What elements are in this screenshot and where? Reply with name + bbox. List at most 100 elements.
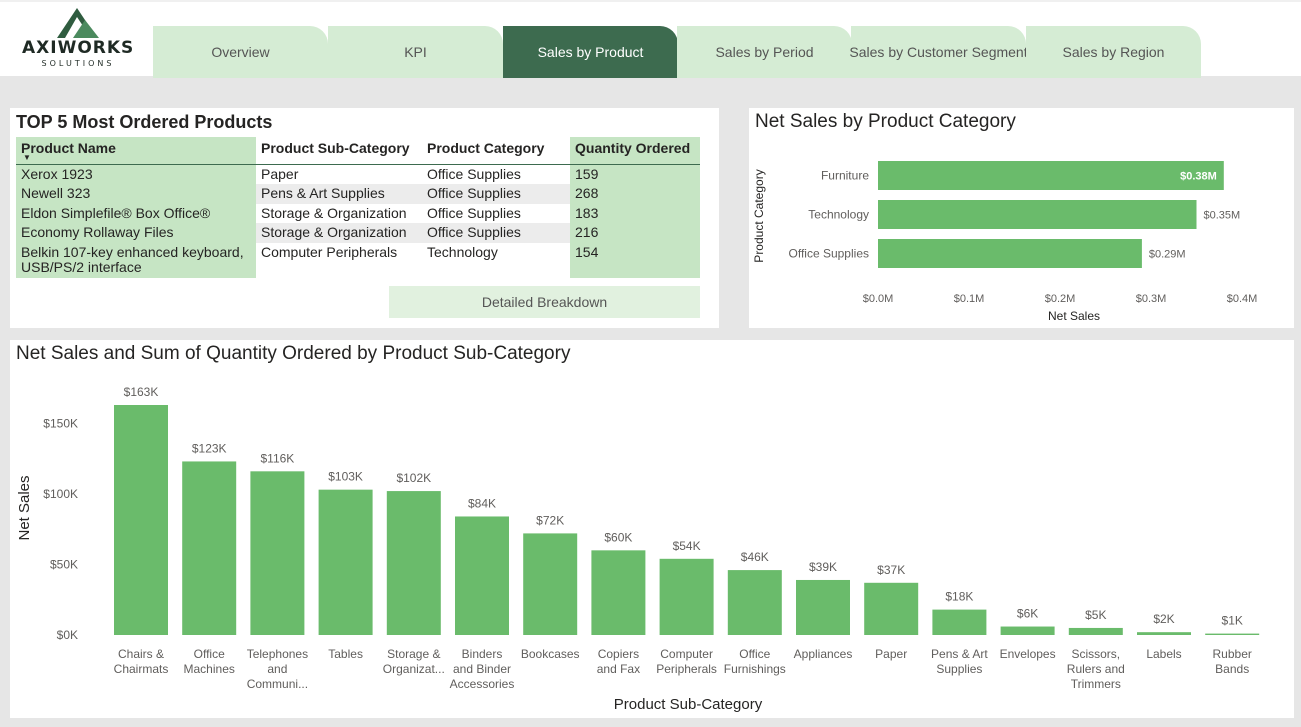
bar-data-label: $2K [1153, 612, 1174, 626]
sort-descending-icon: ▼ [23, 153, 31, 162]
bar-data-label: $39K [809, 560, 837, 574]
x-axis-title: Product Sub-Category [614, 696, 763, 713]
category-label: Office Supplies [789, 247, 870, 261]
table-cell: Newell 323 [16, 184, 256, 204]
subcategory-bar[interactable] [1068, 627, 1123, 635]
table-cell: Eldon Simplefile® Box Office® [16, 204, 256, 223]
table-cell: 183 [570, 204, 700, 223]
x-tick-label: Office Machines [184, 647, 235, 676]
bar-data-label: $0.29M [1149, 249, 1186, 261]
subcategory-bar[interactable] [932, 609, 987, 635]
y-tick-label: $0K [57, 628, 78, 642]
bar-data-label: $0.38M [1180, 171, 1217, 183]
tab-sales-by-period[interactable]: Sales by Period [677, 26, 852, 78]
table-cell: Office Supplies [427, 166, 521, 182]
x-tick-label: Binders and Binder Accessories [450, 647, 515, 691]
category-bar-chart: Furniture $0.38M Technology $0.35M Office Su… [752, 161, 1258, 323]
x-tick-label: Bookcases [521, 647, 580, 661]
subcategory-bar-chart: $0K $50K $100K $150K $163K Chairs & Chairmats $… [16, 385, 1260, 713]
column-header-label: Product Name [21, 140, 116, 156]
bar-data-label: $123K [192, 441, 227, 455]
brand-name: AXIWORKS [22, 38, 135, 58]
table-cell: Office Supplies [422, 223, 570, 243]
column-header-category[interactable]: Product Category [422, 137, 570, 165]
table-cell: Economy Rollaway Files [16, 223, 256, 243]
x-tick-label: $0.4M [1227, 293, 1258, 305]
x-tick-label: Office Furnishings [724, 647, 786, 676]
category-bar[interactable] [878, 239, 1142, 268]
tab-kpi[interactable]: KPI [328, 26, 503, 78]
category-chart-card: Net Sales by Product Category Furniture $… [749, 108, 1294, 328]
subcategory-bar[interactable] [1137, 632, 1191, 635]
subcategory-bar[interactable] [727, 570, 782, 635]
table-cell: Office Supplies [427, 205, 521, 221]
tab-sales-by-region[interactable]: Sales by Region [1026, 26, 1201, 78]
table-cell: Storage & Organization [261, 205, 407, 221]
y-tick-label: $100K [43, 487, 78, 501]
x-tick-label: Storage & Organizat... [383, 647, 445, 676]
table-cell: 268 [570, 184, 700, 204]
bar-data-label: $116K [260, 451, 294, 465]
table-cell: Storage & Organization [256, 223, 422, 243]
subcategory-bar[interactable] [659, 558, 714, 635]
bar-data-label: $54K [673, 539, 701, 553]
subcategory-chart-card: Net Sales and Sum of Quantity Ordered by… [10, 340, 1294, 718]
x-tick-label: Scissors, Rulers and Trimmers [1067, 647, 1125, 691]
category-label: Furniture [821, 169, 869, 183]
table-cell: Office Supplies [422, 184, 570, 204]
subcategory-bar[interactable] [591, 550, 646, 635]
x-axis-title: Net Sales [1048, 309, 1100, 323]
top-products-title: TOP 5 Most Ordered Products [16, 112, 273, 132]
bar-data-label: $18K [945, 590, 973, 604]
bar-data-label: $60K [604, 530, 632, 544]
subcategory-bar[interactable] [455, 516, 509, 635]
table-cell: 216 [570, 223, 700, 243]
bar-data-label: $6K [1017, 607, 1038, 621]
y-axis-title: Net Sales [16, 475, 33, 540]
category-bar[interactable] [878, 161, 1224, 190]
table-cell: Pens & Art Supplies [256, 184, 422, 204]
x-tick-label: Chairs & Chairmats [114, 647, 169, 676]
x-tick-label: Telephones and Communi... [247, 647, 308, 691]
column-header-sub-category[interactable]: Product Sub-Category [256, 137, 422, 165]
detailed-breakdown-button[interactable]: Detailed Breakdown [389, 286, 700, 318]
bar-data-label: $5K [1085, 608, 1106, 622]
tab-sales-by-product[interactable]: Sales by Product [503, 26, 678, 78]
y-tick-label: $150K [43, 416, 78, 430]
y-axis-title: Product Category [752, 169, 766, 262]
y-tick-label: $50K [50, 557, 78, 571]
x-tick-label: Computer Peripherals [656, 647, 717, 676]
subcategory-bar[interactable] [796, 579, 850, 635]
subcategory-bar[interactable] [114, 405, 168, 635]
column-header-quantity[interactable]: Quantity Ordered [570, 137, 700, 165]
bar-data-label: $1K [1222, 614, 1243, 628]
x-tick-label: $0.0M [863, 293, 894, 305]
x-tick-label: Copiers and Fax [597, 647, 640, 676]
table-cell: 154 [570, 243, 700, 278]
x-tick-label: Labels [1146, 647, 1181, 661]
subcategory-bar[interactable] [1205, 633, 1260, 635]
subcategory-bar[interactable] [864, 582, 919, 635]
bar-data-label: $163K [124, 385, 159, 399]
subcategory-bar[interactable] [318, 489, 373, 635]
subcategory-bar[interactable] [1000, 626, 1055, 635]
bar-data-label: $0.35M [1204, 210, 1241, 222]
tab-overview[interactable]: Overview [153, 26, 328, 78]
x-tick-label: $0.2M [1045, 293, 1076, 305]
x-tick-label: $0.3M [1136, 293, 1167, 305]
subcategory-bar[interactable] [250, 471, 305, 635]
header-bar: AXIWORKS SOLUTIONS Overview KPI Sales by… [0, 0, 1301, 78]
brand-logo: AXIWORKS SOLUTIONS [22, 8, 134, 72]
subcategory-bar[interactable] [182, 461, 237, 635]
category-bar[interactable] [878, 200, 1197, 229]
subcategory-bar[interactable] [386, 491, 441, 635]
top-products-card: TOP 5 Most Ordered Products Product Name… [10, 108, 719, 328]
brand-subtitle: SOLUTIONS [41, 59, 115, 68]
tab-sales-by-customer-segment[interactable]: Sales by Customer Segment [849, 26, 1028, 78]
bar-data-label: $84K [468, 496, 496, 510]
subcategory-bar[interactable] [523, 533, 578, 635]
category-label: Technology [808, 208, 869, 222]
table-cell: 159 [570, 165, 700, 184]
column-header-product-name[interactable]: Product Name ▼ [16, 137, 256, 165]
bar-data-label: $46K [741, 550, 769, 564]
